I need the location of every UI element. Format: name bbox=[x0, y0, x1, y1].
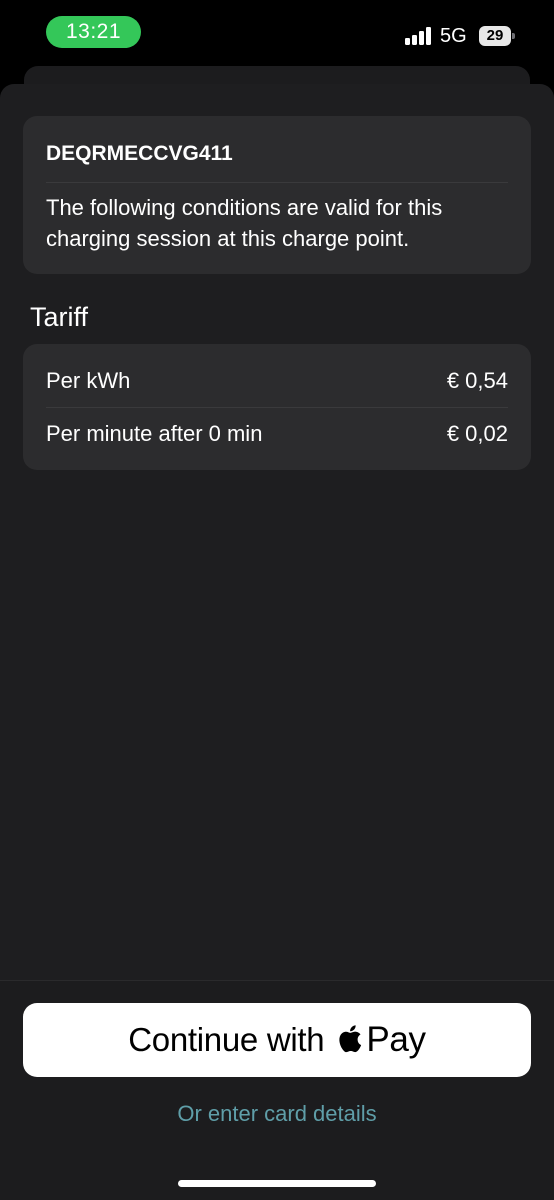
tariff-card: Per kWh € 0,54 Per minute after 0 min € … bbox=[23, 344, 531, 470]
apple-pay-suffix: Pay bbox=[366, 1020, 426, 1059]
home-indicator[interactable] bbox=[178, 1180, 376, 1187]
battery-tip bbox=[512, 33, 515, 39]
phone-screen: 13:21 5G 29 DEQRMECCVG411 The following … bbox=[0, 0, 554, 1200]
tariff-title: Tariff bbox=[30, 302, 89, 332]
enter-card-details-link[interactable]: Or enter card details bbox=[0, 1100, 554, 1128]
charge-point-id: DEQRMECCVG411 bbox=[46, 142, 233, 165]
cellular-signal-icon bbox=[405, 27, 431, 45]
status-time[interactable]: 13:21 bbox=[46, 16, 141, 48]
battery-icon: 29 bbox=[479, 26, 515, 46]
tariff-value: € 0,02 bbox=[446, 421, 508, 446]
tariff-row-per-minute: Per minute after 0 min € 0,02 bbox=[46, 408, 508, 460]
apple-logo-icon bbox=[339, 1024, 362, 1052]
apple-pay-prefix: Continue with bbox=[128, 1021, 325, 1058]
continue-with-apple-pay-button[interactable]: Continue with Pay bbox=[23, 1003, 531, 1077]
card-divider bbox=[46, 182, 508, 183]
conditions-text: The following conditions are valid for t… bbox=[46, 195, 443, 251]
tariff-label: Per minute after 0 min bbox=[46, 421, 263, 446]
tariff-value: € 0,54 bbox=[446, 368, 508, 393]
charge-point-card: DEQRMECCVG411 The following conditions a… bbox=[23, 116, 531, 274]
status-bar: 13:21 5G 29 bbox=[0, 0, 554, 70]
tariff-row-per-kwh: Per kWh € 0,54 bbox=[46, 355, 508, 407]
tariff-label: Per kWh bbox=[46, 368, 131, 393]
battery-level: 29 bbox=[479, 26, 511, 46]
network-label: 5G bbox=[440, 25, 467, 47]
